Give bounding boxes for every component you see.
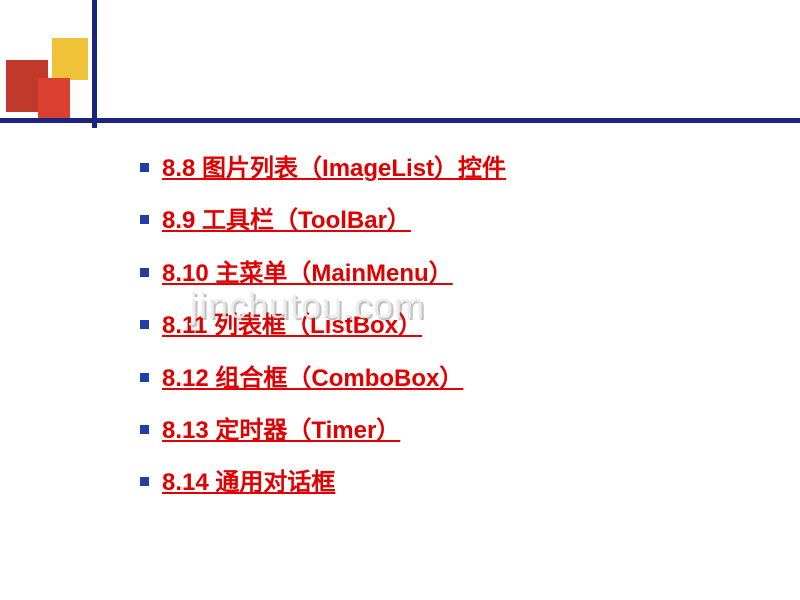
toc-link-8-8[interactable]: 8.8 图片列表（ImageList）控件	[162, 155, 506, 182]
decor-horizontal-line	[0, 118, 800, 123]
corner-decoration	[0, 20, 120, 130]
decor-square-yellow	[52, 38, 88, 80]
toc-link-8-9[interactable]: 8.9 工具栏（ToolBar）	[162, 207, 411, 234]
slide-content: 8.8 图片列表（ImageList）控件 8.9 工具栏（ToolBar） 8…	[140, 150, 740, 517]
toc-list: 8.8 图片列表（ImageList）控件 8.9 工具栏（ToolBar） 8…	[140, 150, 740, 503]
toc-link-8-14[interactable]: 8.14 通用对话框	[162, 469, 335, 496]
list-item: 8.10 主菜单（MainMenu）	[140, 255, 740, 293]
list-item: 8.8 图片列表（ImageList）控件	[140, 150, 740, 188]
list-item: 8.9 工具栏（ToolBar）	[140, 202, 740, 240]
list-item: 8.14 通用对话框	[140, 464, 740, 502]
toc-link-8-11[interactable]: 8.11 列表框（ListBox）	[162, 312, 422, 339]
list-item: 8.12 组合框（ComboBox）	[140, 360, 740, 398]
list-item: 8.11 列表框（ListBox）	[140, 307, 740, 345]
decor-vertical-line	[92, 0, 97, 128]
decor-square-red-2	[38, 78, 70, 118]
list-item: 8.13 定时器（Timer）	[140, 412, 740, 450]
toc-link-8-12[interactable]: 8.12 组合框（ComboBox）	[162, 365, 463, 392]
toc-link-8-13[interactable]: 8.13 定时器（Timer）	[162, 417, 400, 444]
toc-link-8-10[interactable]: 8.10 主菜单（MainMenu）	[162, 260, 453, 287]
